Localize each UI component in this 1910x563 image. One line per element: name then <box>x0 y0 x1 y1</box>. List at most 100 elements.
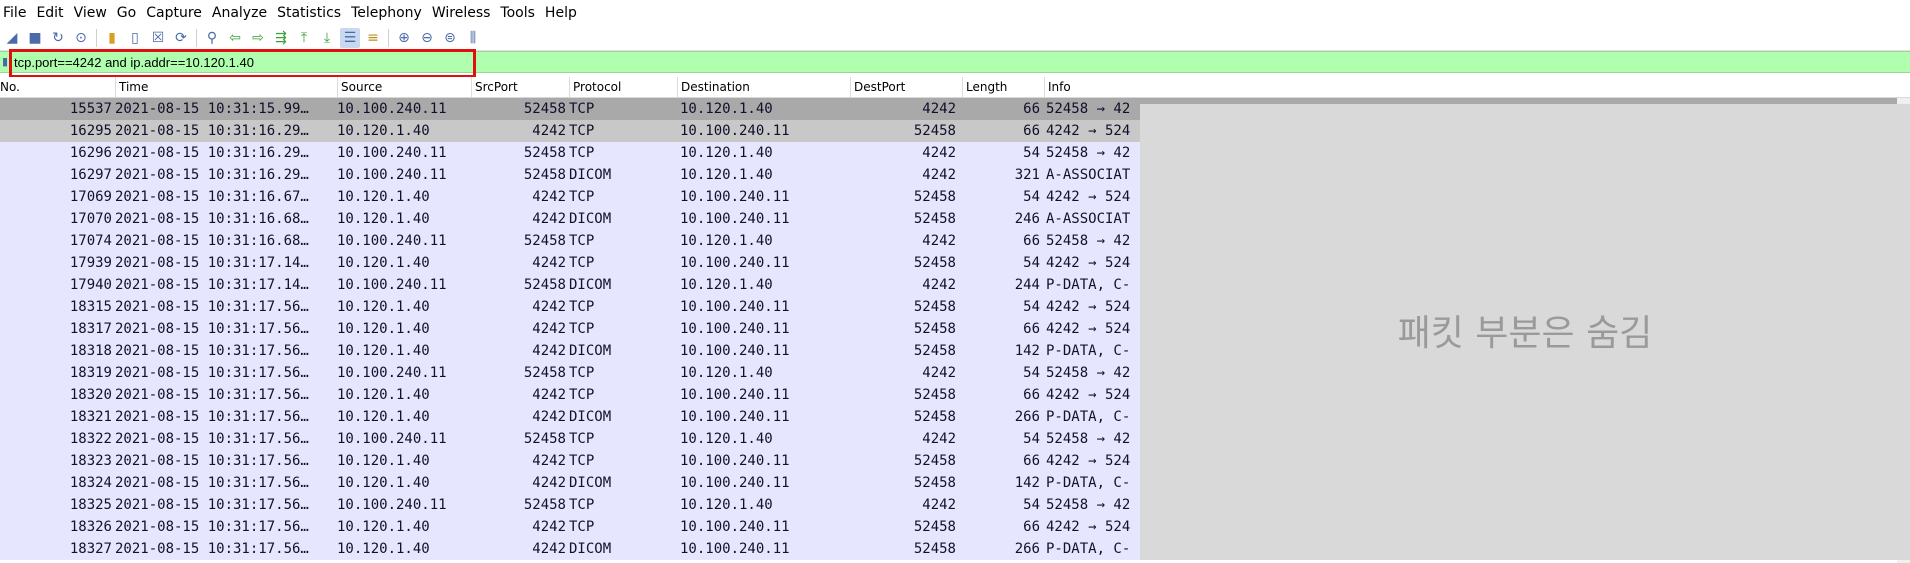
main-toolbar: ◢ ■ ↻ ⊙ ▮ ▯ ☒ ⟳ ⚲ ⇦ ⇨ ⇶ ⤒ ⤓ ☰ ≡ ⊕ ⊖ ⊜ ⫼ <box>0 26 1910 51</box>
packet-cell-dst: 10.100.240.11 <box>680 299 790 315</box>
packet-cell-no: 18320 <box>69 387 112 403</box>
menu-help[interactable]: Help <box>542 5 584 21</box>
zoom-in-icon[interactable]: ⊕ <box>394 28 414 48</box>
packet-cell-len: 54 <box>1023 189 1040 205</box>
packet-cell-sport: 4242 <box>532 299 566 315</box>
packet-cell-time: 2021-08-15 10:31:16.29… <box>115 167 309 183</box>
packet-cell-sport: 4242 <box>532 255 566 271</box>
column-length[interactable]: Length <box>962 77 1044 97</box>
packet-cell-time: 2021-08-15 10:31:16.29… <box>115 123 309 139</box>
column-protocol[interactable]: Protocol <box>569 77 677 97</box>
shark-fin-start-icon[interactable]: ◢ <box>2 28 22 48</box>
packet-cell-dst: 10.120.1.40 <box>680 101 773 117</box>
close-file-icon[interactable]: ☒ <box>148 28 168 48</box>
packet-cell-proto: DICOM <box>569 167 612 183</box>
packet-cell-no: 16295 <box>69 123 112 139</box>
column-srcport[interactable]: SrcPort <box>471 77 569 97</box>
first-packet-icon[interactable]: ⤒ <box>294 28 314 48</box>
column-source[interactable]: Source <box>337 77 471 97</box>
packet-cell-dst: 10.100.240.11 <box>680 409 790 425</box>
packet-cell-dst: 10.100.240.11 <box>680 519 790 535</box>
packet-cell-dport: 52458 <box>913 321 956 337</box>
packet-cell-dst: 10.120.1.40 <box>680 145 773 161</box>
packet-cell-dst: 10.100.240.11 <box>680 387 790 403</box>
stop-icon[interactable]: ■ <box>25 28 45 48</box>
packet-cell-sport: 4242 <box>532 409 566 425</box>
menu-view[interactable]: View <box>71 5 114 21</box>
packet-cell-sport: 52458 <box>523 365 566 381</box>
packet-cell-dport: 4242 <box>922 365 956 381</box>
packet-cell-sport: 52458 <box>523 431 566 447</box>
packet-cell-dport: 52458 <box>913 409 956 425</box>
restart-icon[interactable]: ↻ <box>48 28 68 48</box>
go-to-packet-icon[interactable]: ⇶ <box>271 28 291 48</box>
menu-capture[interactable]: Capture <box>143 5 209 21</box>
packet-cell-dst: 10.100.240.11 <box>680 475 790 491</box>
menu-telephony[interactable]: Telephony <box>348 5 429 21</box>
menu-tools[interactable]: Tools <box>497 5 542 21</box>
packet-cell-len: 246 <box>1014 211 1040 227</box>
packet-cell-dst: 10.100.240.11 <box>680 189 790 205</box>
options-gear-icon[interactable]: ⊙ <box>71 28 91 48</box>
packet-cell-time: 2021-08-15 10:31:16.68… <box>115 233 309 249</box>
menu-go[interactable]: Go <box>114 5 143 21</box>
packet-cell-dst: 10.100.240.11 <box>680 453 790 469</box>
packet-cell-no: 18327 <box>69 541 112 557</box>
reload-icon[interactable]: ⟳ <box>171 28 191 48</box>
display-filter-bar: ▮ <box>0 51 1910 73</box>
packet-cell-sport: 4242 <box>532 475 566 491</box>
packet-cell-len: 66 <box>1023 123 1040 139</box>
menu-edit[interactable]: Edit <box>33 5 70 21</box>
packet-cell-dport: 52458 <box>913 189 956 205</box>
menu-analyze[interactable]: Analyze <box>209 5 274 21</box>
packet-cell-dst: 10.120.1.40 <box>680 167 773 183</box>
packet-cell-proto: TCP <box>569 453 595 469</box>
packet-cell-no: 15537 <box>69 101 112 117</box>
autoscroll-icon[interactable]: ☰ <box>340 28 360 48</box>
go-back-icon[interactable]: ⇦ <box>225 28 245 48</box>
column-destination[interactable]: Destination <box>677 77 850 97</box>
packet-cell-no: 18326 <box>69 519 112 535</box>
packet-cell-no: 18319 <box>69 365 112 381</box>
packet-cell-proto: DICOM <box>569 409 612 425</box>
packet-cell-dst: 10.100.240.11 <box>680 541 790 557</box>
packet-cell-len: 66 <box>1023 101 1040 117</box>
packet-cell-dport: 52458 <box>913 541 956 557</box>
packet-cell-time: 2021-08-15 10:31:17.56… <box>115 343 309 359</box>
packet-cell-no: 17070 <box>69 211 112 227</box>
open-folder-icon[interactable]: ▮ <box>102 28 122 48</box>
toolbar-separator <box>96 29 97 47</box>
packet-cell-dport: 52458 <box>913 255 956 271</box>
display-filter-input[interactable] <box>14 53 1894 71</box>
packet-cell-len: 54 <box>1023 365 1040 381</box>
colorize-icon[interactable]: ≡ <box>363 28 383 48</box>
packet-cell-proto: TCP <box>569 123 595 139</box>
menu-wireless[interactable]: Wireless <box>429 5 498 21</box>
zoom-out-icon[interactable]: ⊖ <box>417 28 437 48</box>
packet-cell-no: 18318 <box>69 343 112 359</box>
menu-file[interactable]: File <box>0 5 33 21</box>
last-packet-icon[interactable]: ⤓ <box>317 28 337 48</box>
normal-size-icon[interactable]: ⊜ <box>440 28 460 48</box>
file-icon[interactable]: ▯ <box>125 28 145 48</box>
go-forward-icon[interactable]: ⇨ <box>248 28 268 48</box>
packet-cell-time: 2021-08-15 10:31:17.56… <box>115 365 309 381</box>
packet-cell-dport: 4242 <box>922 431 956 447</box>
packet-cell-sport: 4242 <box>532 541 566 557</box>
packet-cell-time: 2021-08-15 10:31:17.56… <box>115 519 309 535</box>
column-destport[interactable]: DestPort <box>850 77 962 97</box>
bookmark-icon[interactable]: ▮ <box>2 55 12 69</box>
packet-cell-len: 66 <box>1023 519 1040 535</box>
packet-cell-no: 16296 <box>69 145 112 161</box>
column-no[interactable]: No. <box>0 77 115 97</box>
column-time[interactable]: Time <box>115 77 337 97</box>
resize-columns-icon[interactable]: ⫼ <box>463 28 483 48</box>
find-icon[interactable]: ⚲ <box>202 28 222 48</box>
packet-cell-dst: 10.100.240.11 <box>680 321 790 337</box>
packet-cell-time: 2021-08-15 10:31:17.14… <box>115 255 309 271</box>
column-info[interactable]: Info <box>1044 77 1910 97</box>
packet-cell-no: 17940 <box>69 277 112 293</box>
packet-cell-proto: DICOM <box>569 211 612 227</box>
menu-statistics[interactable]: Statistics <box>274 5 348 21</box>
packet-cell-proto: TCP <box>569 255 595 271</box>
